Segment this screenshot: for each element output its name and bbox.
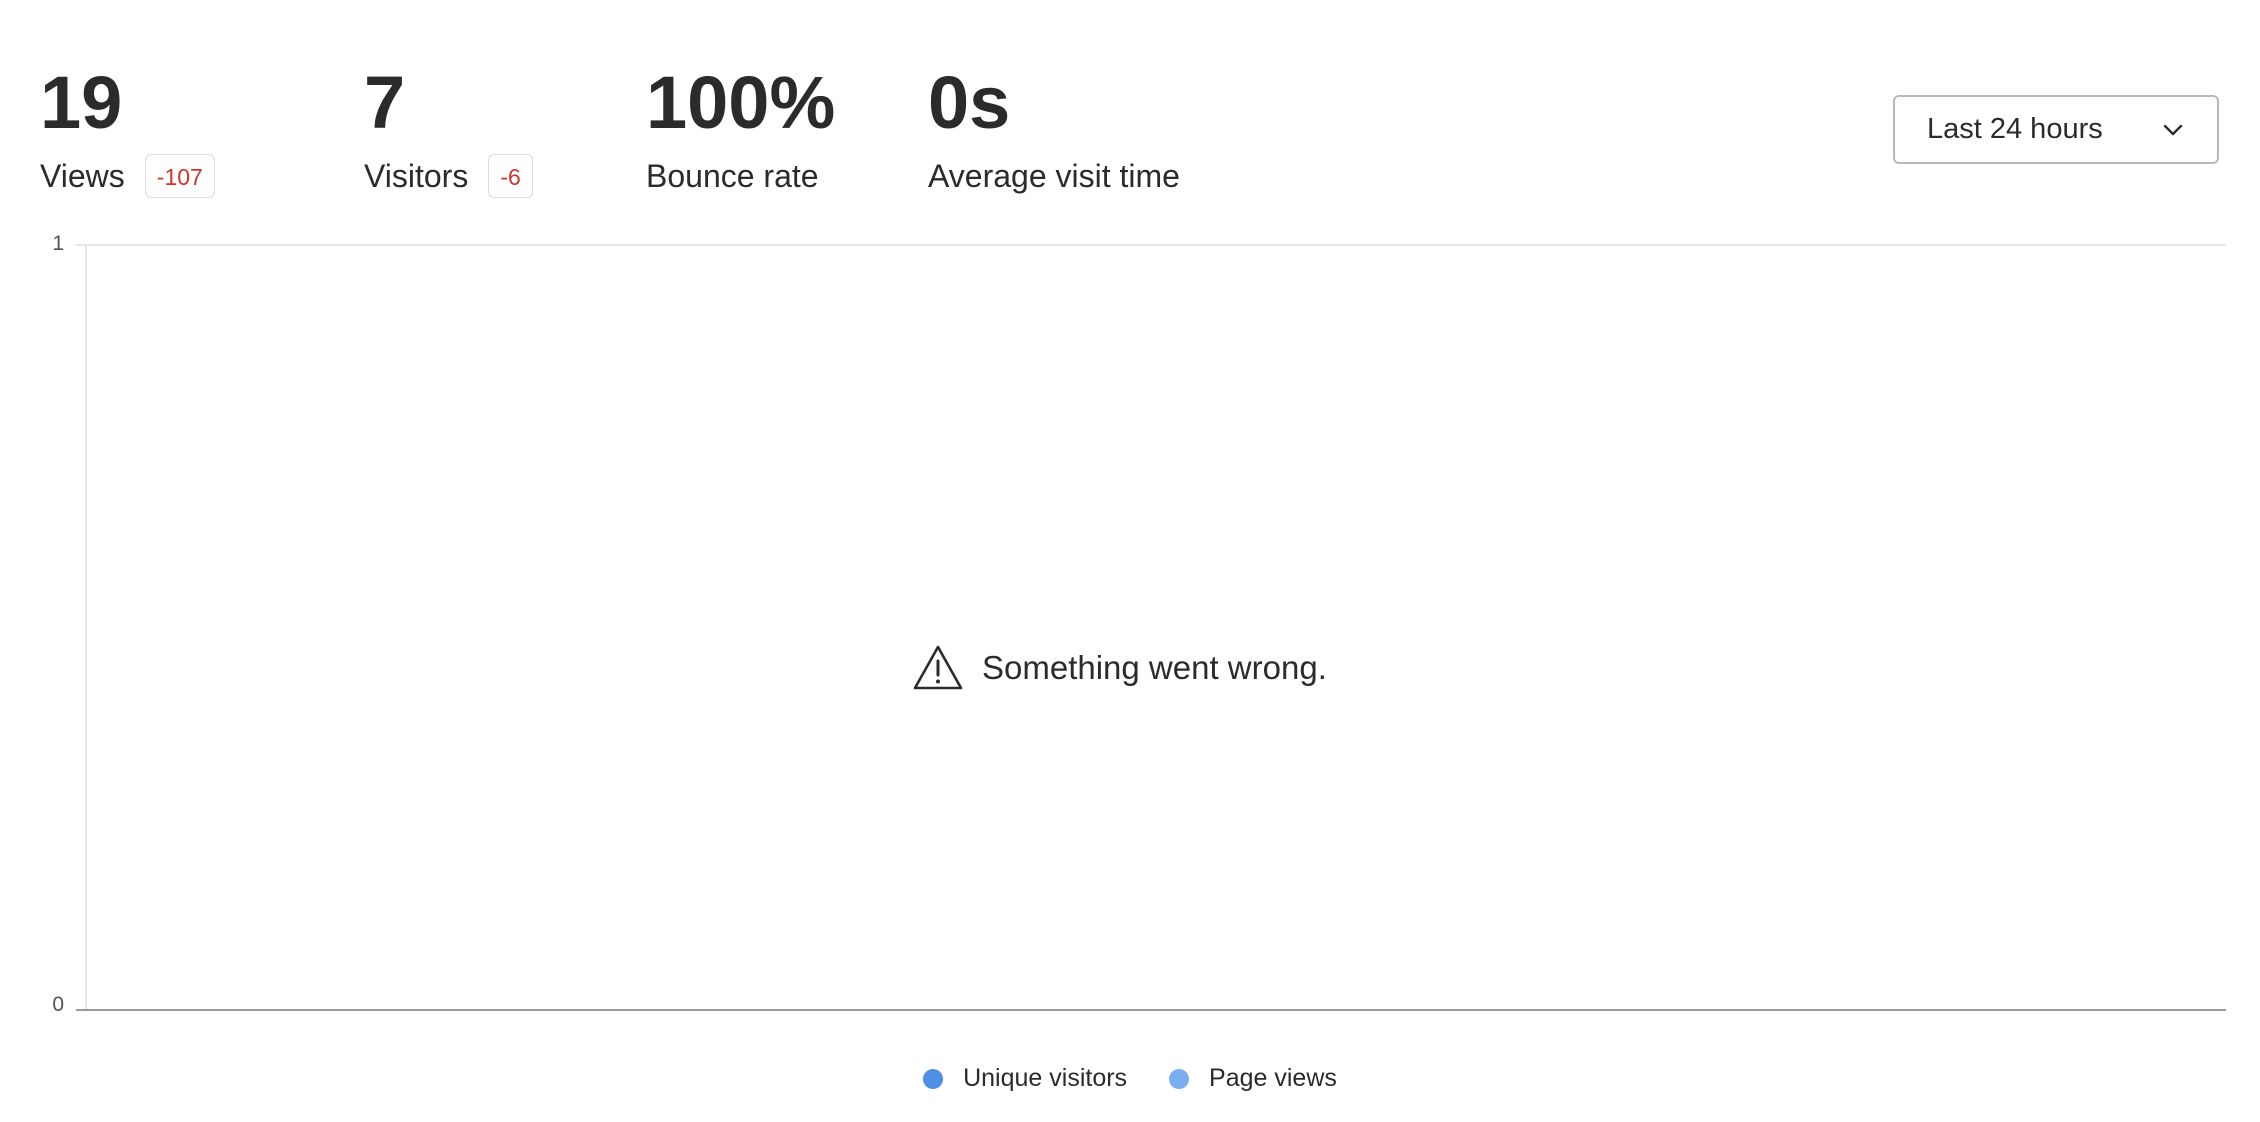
views-label: Views [40, 158, 125, 194]
views-value: 19 [40, 61, 123, 144]
average-visit-time-value: 0s [928, 61, 1011, 144]
visitors-value: 7 [364, 61, 406, 144]
visitors-label: Visitors [364, 158, 469, 194]
metric-visitors: 7 Visitors -6 [364, 58, 533, 200]
legend-dot-unique-visitors [923, 1068, 944, 1089]
date-range-label: Last 24 hours [1927, 113, 2103, 145]
legend-dot-page-views [1169, 1068, 1190, 1089]
metric-average-visit-time: 0s Average visit time [928, 58, 1180, 200]
y-tick-label-1: 1 [52, 232, 64, 255]
legend-item-unique-visitors[interactable]: Unique visitors [923, 1064, 1127, 1093]
metric-views: 19 Views -107 [40, 58, 215, 200]
date-range-dropdown[interactable]: Last 24 hours [1893, 95, 2219, 164]
chart-legend: Unique visitors Page views [0, 1064, 2260, 1093]
bounce-rate-value: 100% [646, 61, 836, 144]
chart-error: Something went wrong. [912, 640, 1327, 696]
metric-bounce-rate: 100% Bounce rate [646, 58, 835, 200]
legend-label-page-views: Page views [1209, 1064, 1337, 1092]
y-tick-label-0: 0 [52, 993, 64, 1016]
legend-label-unique-visitors: Unique visitors [963, 1064, 1128, 1092]
bounce-rate-label: Bounce rate [646, 158, 819, 194]
average-visit-time-label: Average visit time [928, 158, 1180, 194]
warning-triangle-icon [913, 645, 963, 690]
legend-item-page-views[interactable]: Page views [1169, 1064, 1337, 1093]
visitors-change-badge: -6 [488, 154, 533, 198]
views-change-badge: -107 [144, 154, 215, 198]
error-message: Something went wrong. [982, 649, 1327, 686]
chevron-down-icon [2163, 124, 2183, 135]
